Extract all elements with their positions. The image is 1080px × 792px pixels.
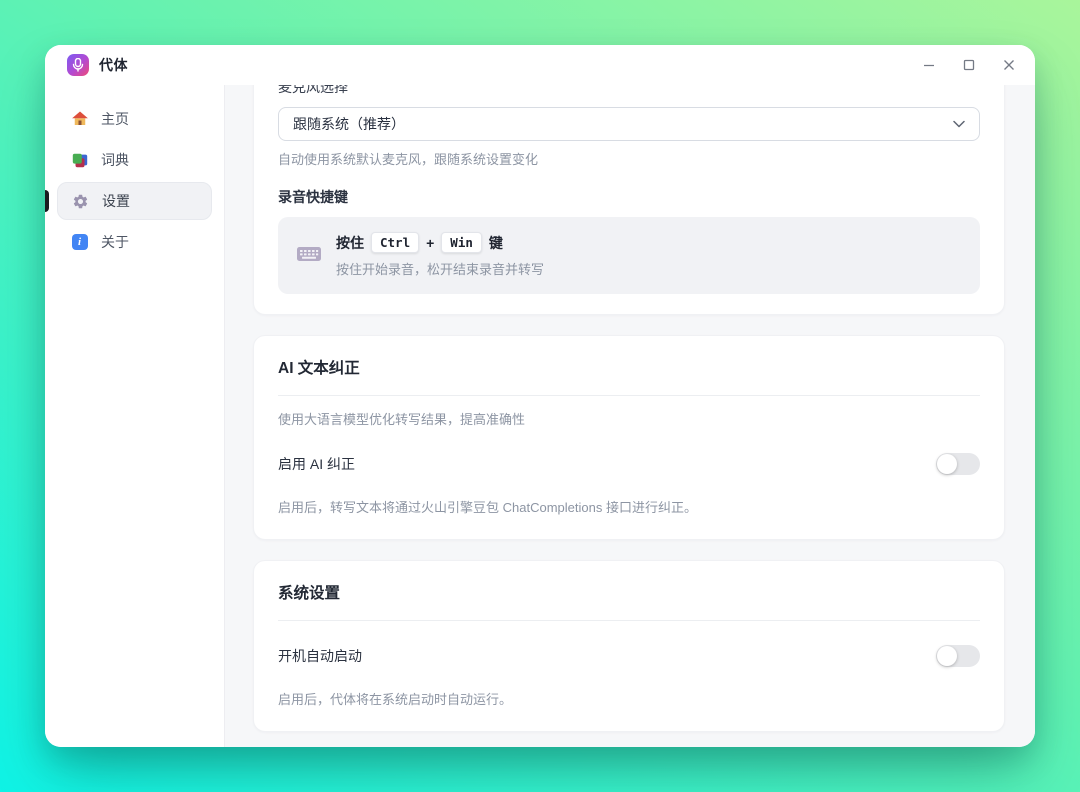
- sidebar-item-label: 关于: [101, 232, 129, 252]
- chevron-down-icon: [953, 120, 965, 128]
- ai-correction-toggle-row: 启用 AI 纠正: [278, 453, 980, 475]
- system-settings-title: 系统设置: [278, 583, 980, 605]
- hotkey-label: 录音快捷键: [278, 187, 980, 207]
- divider: [278, 620, 980, 621]
- sidebar-item-home[interactable]: 主页: [57, 100, 212, 138]
- sidebar-item-label: 词典: [101, 150, 129, 170]
- keyboard-icon: [296, 244, 322, 268]
- microphone-select[interactable]: 跟随系统（推荐）: [278, 107, 980, 141]
- maximize-icon: [963, 59, 975, 71]
- autostart-toggle-row: 开机自动启动: [278, 645, 980, 667]
- minimize-icon: [923, 59, 935, 71]
- divider: [278, 395, 980, 396]
- hotkey-suffix: 键: [489, 233, 503, 253]
- microphone-selected-option: 跟随系统（推荐）: [293, 114, 953, 134]
- recording-settings-card: 麦克风选择 跟随系统（推荐） 自动使用系统默认麦克风，跟随系统设置变化 录音快捷…: [253, 85, 1005, 315]
- microphone-icon: [72, 58, 84, 72]
- window-body: 主页 词典 设置: [45, 85, 1035, 747]
- hotkey-key-ctrl: Ctrl: [371, 232, 419, 253]
- hotkey-prefix: 按住: [336, 233, 364, 253]
- sidebar-item-label: 主页: [101, 109, 129, 129]
- gear-icon: [71, 192, 90, 211]
- app-title: 代体: [99, 55, 128, 75]
- hotkey-info: 按住 Ctrl + Win 键 按住开始录音，松开结束录音并转写: [336, 232, 544, 279]
- ai-correction-toggle[interactable]: [936, 453, 980, 475]
- sidebar-item-dictionary[interactable]: 词典: [57, 141, 212, 179]
- microphone-select-label: 麦克风选择: [278, 85, 980, 97]
- hotkey-help-text: 按住开始录音，松开结束录音并转写: [336, 261, 544, 279]
- dictionary-icon: [70, 151, 89, 170]
- ai-correction-help-text: 启用后，转写文本将通过火山引擎豆包 ChatCompletions 接口进行纠正…: [278, 499, 980, 517]
- titlebar: 代体: [45, 45, 1035, 85]
- ai-correction-title: AI 文本纠正: [278, 358, 980, 380]
- hotkey-plus: +: [426, 233, 434, 253]
- autostart-toggle[interactable]: [936, 645, 980, 667]
- autostart-toggle-label: 开机自动启动: [278, 646, 362, 666]
- system-settings-card: 系统设置 开机自动启动 启用后，代体将在系统启动时自动运行。: [253, 560, 1005, 732]
- minimize-button[interactable]: [909, 50, 949, 80]
- sidebar-item-about[interactable]: i 关于: [57, 223, 212, 261]
- home-icon: [70, 110, 89, 129]
- sidebar-item-settings[interactable]: 设置: [57, 182, 212, 220]
- hotkey-combo: 按住 Ctrl + Win 键: [336, 232, 544, 253]
- maximize-button[interactable]: [949, 50, 989, 80]
- settings-content: 麦克风选择 跟随系统（推荐） 自动使用系统默认麦克风，跟随系统设置变化 录音快捷…: [225, 85, 1035, 747]
- sidebar-item-label: 设置: [102, 191, 130, 211]
- ai-correction-toggle-label: 启用 AI 纠正: [278, 454, 355, 474]
- microphone-help-text: 自动使用系统默认麦克风，跟随系统设置变化: [278, 151, 980, 169]
- hotkey-key-win: Win: [441, 232, 482, 253]
- autostart-help-text: 启用后，代体将在系统启动时自动运行。: [278, 691, 980, 709]
- close-button[interactable]: [989, 50, 1029, 80]
- info-icon: i: [70, 233, 89, 252]
- active-indicator: [45, 190, 49, 212]
- hotkey-panel: 按住 Ctrl + Win 键 按住开始录音，松开结束录音并转写: [278, 217, 980, 294]
- app-logo-icon: [67, 54, 89, 76]
- toggle-knob: [937, 646, 957, 666]
- ai-correction-description: 使用大语言模型优化转写结果，提高准确性: [278, 411, 980, 429]
- sidebar: 主页 词典 设置: [45, 85, 225, 747]
- toggle-knob: [937, 454, 957, 474]
- ai-correction-card: AI 文本纠正 使用大语言模型优化转写结果，提高准确性 启用 AI 纠正 启用后…: [253, 335, 1005, 540]
- app-window: 代体: [45, 45, 1035, 747]
- close-icon: [1003, 59, 1015, 71]
